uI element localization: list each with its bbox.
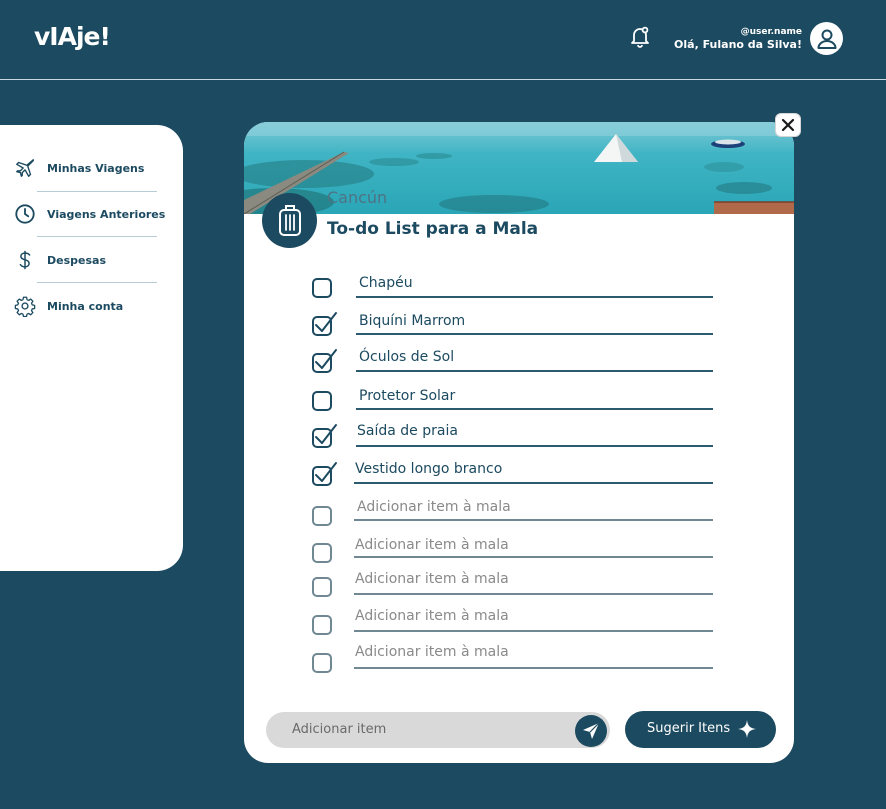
item-underline [354,667,713,669]
list-title: To-do List para a Mala [327,219,539,239]
app-logo[interactable]: vIAje! [34,22,111,51]
send-button[interactable] [575,715,607,747]
sparkle-icon [738,720,756,742]
list-item: Protetor Solar [312,387,714,417]
checkbox-checked[interactable] [312,424,337,448]
user-icon [817,29,836,49]
checkbox-checked[interactable] [312,312,337,336]
list-item-empty: Adicionar item à mala [312,536,714,566]
add-item-field[interactable]: Adicionar item à mala [355,537,509,553]
list-item: Biquíni Marrom [312,312,714,342]
list-item: Chapéu [312,274,714,304]
destination-name: Cancún [327,188,388,207]
checkbox-checked[interactable] [312,349,337,373]
sidebar-divider [37,282,157,283]
send-icon [583,722,600,739]
sidebar-item-label: Minhas Viagens [47,161,145,175]
user-greeting: Olá, Fulano da Silva! [674,38,802,51]
gear-icon [14,295,36,318]
add-item-placeholder: Adicionar item [292,722,387,737]
clock-icon [14,203,36,225]
airplane-icon [14,157,36,179]
item-underline [354,556,713,558]
list-item: Saída de praia [312,422,714,452]
checkbox[interactable] [312,577,332,597]
item-underline [354,593,713,595]
list-item-empty: Adicionar item à mala [312,643,714,673]
top-header: vIAje! @user.name Olá, Fulano da Silva! [0,0,886,80]
suitcase-badge [262,193,317,248]
item-label[interactable]: Protetor Solar [359,388,455,404]
sidebar-item-despesas[interactable]: Despesas [0,240,183,280]
item-underline [356,296,713,298]
checkbox[interactable] [312,506,332,526]
item-label[interactable]: Chapéu [359,275,413,291]
list-item-empty: Adicionar item à mala [312,570,714,600]
checkmark-icon [315,462,337,482]
add-item-field[interactable]: Adicionar item à mala [355,644,509,660]
item-label[interactable]: Vestido longo branco [355,461,502,477]
checkbox-checked[interactable] [312,462,337,486]
sidebar: Minhas Viagens Viagens Anteriores Despes… [0,125,183,571]
item-underline [354,482,713,484]
user-handle: @user.name [740,27,802,37]
item-underline [356,333,713,335]
list-item-empty: Adicionar item à mala [312,498,714,528]
item-underline [356,408,713,410]
sidebar-item-label: Despesas [47,253,106,267]
item-label[interactable]: Óculos de Sol [359,349,454,365]
sidebar-item-viagens-anteriores[interactable]: Viagens Anteriores [0,194,183,234]
checkmark-icon [315,424,337,444]
sidebar-item-label: Viagens Anteriores [47,207,166,221]
item-label[interactable]: Saída de praia [357,423,458,439]
sidebar-divider [37,191,157,192]
checkmark-icon [315,349,337,369]
add-item-input[interactable]: Adicionar item [266,712,610,748]
add-item-field[interactable]: Adicionar item à mala [355,608,509,624]
list-item-empty: Adicionar item à mala [312,607,714,637]
item-underline [356,445,713,447]
close-button[interactable] [775,113,801,137]
dollar-icon [14,249,36,271]
suggest-items-label: Sugerir Itens [647,721,731,736]
sidebar-item-minhas-viagens[interactable]: Minhas Viagens [0,148,183,188]
notification-bell-icon[interactable] [630,26,650,48]
sidebar-divider [37,236,157,237]
checkbox[interactable] [312,391,332,411]
suitcase-icon [278,204,301,236]
checkbox[interactable] [312,615,332,635]
checkbox[interactable] [312,653,332,673]
list-item: Vestido longo branco [312,460,714,490]
list-item: Óculos de Sol [312,348,714,378]
item-underline [356,370,713,372]
add-item-field[interactable]: Adicionar item à mala [357,499,511,515]
checkbox[interactable] [312,278,332,298]
close-icon [781,118,795,132]
sidebar-item-label: Minha conta [47,299,124,313]
avatar[interactable] [810,22,843,55]
item-label[interactable]: Biquíni Marrom [359,313,465,329]
item-underline [354,519,713,521]
suggest-items-button[interactable]: Sugerir Itens [625,711,776,748]
user-info: @user.name Olá, Fulano da Silva! [674,27,802,52]
checkmark-icon [315,312,337,332]
checkbox[interactable] [312,543,332,563]
item-underline [354,630,713,632]
add-item-field[interactable]: Adicionar item à mala [355,571,509,587]
sidebar-item-minha-conta[interactable]: Minha conta [0,286,183,326]
